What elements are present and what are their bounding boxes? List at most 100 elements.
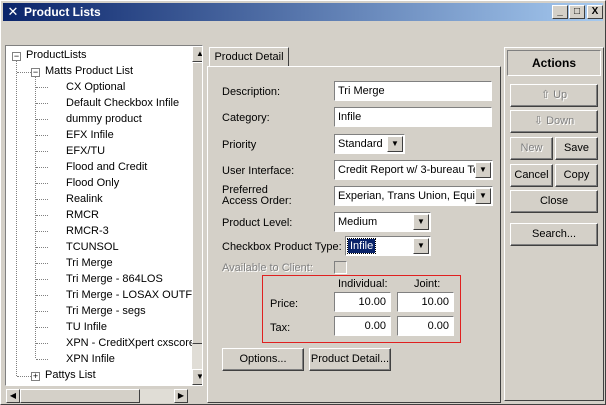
copy-button[interactable]: Copy: [555, 164, 598, 187]
description-field[interactable]: Tri Merge: [334, 81, 492, 101]
tree-line: [36, 359, 48, 360]
tree-line: [36, 103, 48, 104]
category-field[interactable]: Infile: [334, 107, 492, 127]
product-lists-window: ✕ Product Lists _ □ X − ProductLists − M…: [0, 0, 606, 405]
window-title: Product Lists: [24, 5, 101, 19]
tree-line: [17, 376, 31, 377]
up-button[interactable]: ⇧ Up: [510, 84, 598, 107]
tree-line: [36, 311, 48, 312]
collapse-icon[interactable]: −: [12, 52, 21, 61]
scroll-thumb[interactable]: [20, 389, 140, 403]
product-level-select[interactable]: Medium ▼: [334, 212, 431, 232]
tree-node-root[interactable]: ProductLists: [26, 47, 87, 63]
tree-node-item[interactable]: XPN - CreditXpert cxscore: [66, 335, 195, 351]
new-label: New: [520, 142, 543, 154]
tree-line: [36, 231, 48, 232]
tree-line: [17, 72, 31, 73]
tree-node-item[interactable]: Default Checkbox Infile: [66, 95, 179, 111]
tree-line: [36, 135, 48, 136]
scroll-left-arrow-icon[interactable]: ◀: [6, 389, 20, 403]
tax-individual-field[interactable]: 0.00: [334, 316, 391, 336]
tree-node-item[interactable]: TCUNSOL: [66, 239, 119, 255]
tree-line: [36, 199, 48, 200]
chevron-down-icon[interactable]: ▼: [475, 162, 491, 178]
chevron-down-icon[interactable]: ▼: [413, 238, 429, 254]
tree-line: [36, 263, 48, 264]
chevron-down-icon[interactable]: ▼: [413, 214, 429, 230]
expand-icon[interactable]: +: [31, 372, 40, 381]
tax-joint-field[interactable]: 0.00: [397, 316, 454, 336]
minimize-button[interactable]: _: [552, 5, 568, 19]
collapse-icon[interactable]: −: [31, 68, 40, 77]
available-to-client-label: Available to Client:: [222, 262, 313, 274]
chevron-down-icon[interactable]: ▼: [387, 136, 403, 152]
scroll-thumb[interactable]: [192, 62, 202, 344]
maximize-button[interactable]: □: [569, 5, 585, 19]
tree-node-item[interactable]: EFX Infile: [66, 127, 114, 143]
options-button[interactable]: Options...: [222, 348, 304, 371]
priority-value: Standard: [338, 138, 383, 150]
product-detail-button[interactable]: Product Detail...: [309, 348, 391, 371]
tree-node-item[interactable]: RMCR: [66, 207, 99, 223]
category-label: Category:: [222, 112, 270, 124]
title-bar[interactable]: ✕ Product Lists _ □ X: [3, 3, 603, 21]
checkbox-product-type-select[interactable]: Infile ▼: [345, 236, 431, 256]
save-button[interactable]: Save: [555, 137, 598, 160]
price-joint-field[interactable]: 10.00: [397, 292, 454, 312]
tree-node-item[interactable]: CX Optional: [66, 79, 125, 95]
tree-node-item[interactable]: RMCR-3: [66, 223, 109, 239]
tree-node-item[interactable]: Tri Merge - segs: [66, 303, 146, 319]
tree-line: [36, 279, 48, 280]
tree-node-item[interactable]: TU Infile: [66, 319, 107, 335]
price-label: Price:: [270, 298, 299, 310]
tax-label: Tax:: [270, 322, 291, 334]
tree-line: [36, 151, 48, 152]
close-window-button[interactable]: X: [587, 5, 603, 19]
product-detail-panel: Description: Tri Merge Category: Infile …: [207, 66, 501, 403]
individual-column-label: Individual:: [338, 278, 388, 290]
close-button[interactable]: Close: [510, 190, 598, 213]
horizontal-scrollbar[interactable]: ◀ ▶: [6, 389, 188, 403]
chevron-down-icon[interactable]: ▼: [475, 188, 491, 204]
actions-panel: Actions ⇧ Up ⇩ Down New Save Cancel Copy…: [504, 47, 604, 401]
tree-node-item[interactable]: Flood and Credit: [66, 159, 147, 175]
tree-line: [36, 215, 48, 216]
available-to-client-checkbox[interactable]: [334, 261, 347, 274]
tree-node-item[interactable]: Realink: [66, 191, 103, 207]
tree-line: [16, 56, 17, 376]
scroll-right-arrow-icon[interactable]: ▶: [174, 389, 188, 403]
tree-node-group[interactable]: Pattys List: [45, 367, 96, 383]
tab-product-detail[interactable]: Product Detail: [209, 47, 289, 67]
joint-column-label: Joint:: [414, 278, 441, 290]
cancel-button[interactable]: Cancel: [510, 164, 553, 187]
product-level-label: Product Level:: [222, 217, 293, 229]
tree-node-item[interactable]: XPN Infile: [66, 351, 115, 367]
price-individual-field[interactable]: 10.00: [334, 292, 391, 312]
user-interface-select[interactable]: Credit Report w/ 3-bureau Te ▼: [334, 160, 493, 180]
tree-node-group[interactable]: Matts Product List: [45, 63, 133, 79]
access-order-select[interactable]: Experian, Trans Union, Equifa ▼: [334, 186, 493, 206]
tree-line: [36, 119, 48, 120]
search-button[interactable]: Search...: [510, 223, 598, 246]
tree-node-item[interactable]: Tri Merge - LOSAX OUTF: [66, 287, 192, 303]
tree-node-item[interactable]: dummy product: [66, 111, 142, 127]
tree-line: [36, 247, 48, 248]
checkbox-product-type-label: Checkbox Product Type:: [222, 241, 342, 253]
tree-node-item[interactable]: EFX/TU: [66, 143, 105, 159]
tree-node-item[interactable]: Tri Merge - 864LOS: [66, 271, 163, 287]
tree-line: [36, 167, 48, 168]
product-tree[interactable]: − ProductLists − Matts Product List CX O…: [5, 45, 203, 386]
tree-node-item[interactable]: Flood Only: [66, 175, 119, 191]
access-order-label: Access Order:: [222, 195, 292, 207]
new-button[interactable]: New: [510, 137, 553, 160]
priority-label: Priority: [222, 139, 257, 151]
tree-line: [36, 183, 48, 184]
scroll-up-arrow-icon[interactable]: ▲: [192, 46, 202, 62]
down-button[interactable]: ⇩ Down: [510, 110, 598, 133]
description-label: Description:: [222, 86, 281, 98]
priority-select[interactable]: Standard ▼: [334, 134, 405, 154]
vertical-scrollbar[interactable]: ▲ ▼: [192, 46, 202, 385]
scroll-down-arrow-icon[interactable]: ▼: [192, 369, 202, 385]
tree-line: [36, 343, 48, 344]
tree-node-item[interactable]: Tri Merge: [66, 255, 113, 271]
